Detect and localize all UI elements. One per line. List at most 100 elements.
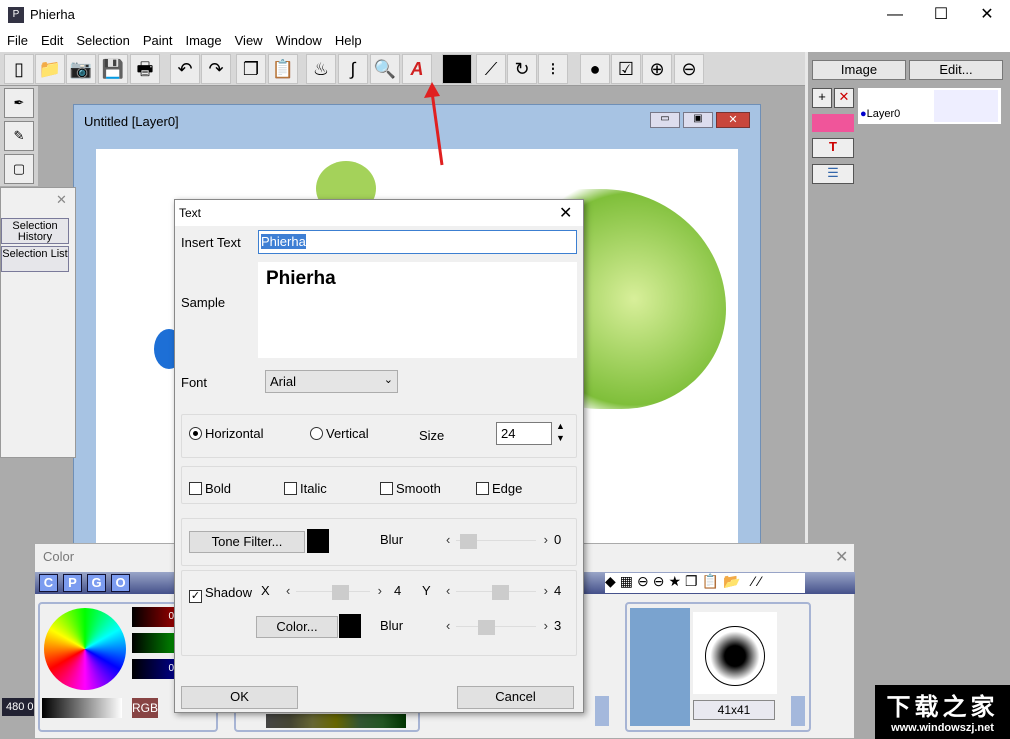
menu-image[interactable]: Image bbox=[178, 30, 227, 48]
blur-value: 0 bbox=[554, 532, 562, 547]
open-icon[interactable]: 📁 bbox=[35, 54, 65, 84]
annotation-arrow bbox=[424, 82, 444, 166]
shadow-color-button[interactable]: Color... bbox=[256, 616, 338, 638]
doc-maximize-button[interactable]: ▣ bbox=[683, 112, 713, 128]
redo-icon[interactable]: ↷ bbox=[201, 54, 231, 84]
delete-layer-icon[interactable]: ✕ bbox=[834, 88, 854, 108]
document-title: Untitled [Layer0] bbox=[84, 114, 179, 129]
font-select[interactable]: Arial ⌄ bbox=[265, 370, 398, 393]
size-spinner[interactable]: ▲ ▼ bbox=[556, 420, 565, 444]
blur-label: Blur bbox=[380, 532, 404, 547]
scroll-right-arrow[interactable] bbox=[595, 696, 609, 726]
gray-ramp[interactable] bbox=[42, 698, 122, 718]
tab-c[interactable]: C bbox=[39, 574, 58, 592]
doc-minimize-button[interactable]: ▭ bbox=[650, 112, 680, 128]
edge-checkbox[interactable]: Edge bbox=[476, 481, 522, 496]
camera-icon[interactable]: 📷 bbox=[66, 54, 96, 84]
selection-panel: ✕ Selection History Selection List bbox=[0, 187, 76, 458]
checklist-icon[interactable]: ☑ bbox=[611, 54, 641, 84]
shadow-color-swatch[interactable] bbox=[339, 614, 361, 638]
insert-text-input[interactable]: Phierha bbox=[258, 230, 577, 254]
shadow-checkbox[interactable]: ✓ Shadow bbox=[189, 585, 252, 603]
green-slider[interactable] bbox=[132, 633, 176, 653]
blue-slider[interactable]: 0 bbox=[132, 659, 176, 679]
layer-thumbnail bbox=[934, 90, 998, 122]
layer-name: Layer0 bbox=[866, 108, 901, 120]
size-input[interactable]: 24 bbox=[496, 422, 552, 445]
shadow-blur-slider[interactable]: ‹ › bbox=[444, 618, 550, 636]
add-layer-icon[interactable]: + bbox=[812, 88, 832, 108]
close-button[interactable]: ✕ bbox=[964, 0, 1010, 30]
image-button[interactable]: Image bbox=[812, 60, 906, 80]
minimize-button[interactable]: — bbox=[872, 0, 918, 30]
selection-list-button[interactable]: Selection List bbox=[1, 246, 69, 272]
brush-tools-strip[interactable]: ◆▦⊖⊖★❐📋📂 ⁄⁄ bbox=[605, 573, 805, 593]
color-panel-close-icon[interactable]: ✕ bbox=[835, 547, 848, 567]
italic-checkbox[interactable]: Italic bbox=[284, 481, 327, 496]
tool-palette: ✒ ✎ ▢ bbox=[0, 86, 38, 186]
menu-view[interactable]: View bbox=[228, 30, 269, 48]
selection-history-button[interactable]: Selection History bbox=[1, 218, 69, 244]
red-slider[interactable]: 0 bbox=[132, 607, 176, 627]
text-layer-icon[interactable]: T bbox=[812, 138, 854, 158]
dialog-close-button[interactable]: ✕ bbox=[559, 203, 572, 223]
print-icon[interactable]: 🖶 bbox=[130, 54, 160, 84]
merge-layer-icon[interactable]: ☰ bbox=[812, 164, 854, 184]
cancel-button[interactable]: Cancel bbox=[457, 686, 574, 709]
scroll-right-arrow[interactable] bbox=[791, 696, 805, 726]
layer-row[interactable]: ●Layer0 bbox=[858, 88, 1001, 124]
save-icon[interactable]: 💾 bbox=[98, 54, 128, 84]
text-dialog: Text ✕ Insert Text Phierha Sample Phierh… bbox=[174, 199, 584, 713]
menu-edit[interactable]: Edit bbox=[34, 30, 69, 48]
zoom-out-icon[interactable]: ⊖ bbox=[674, 54, 704, 84]
panel-close-icon[interactable]: ✕ bbox=[56, 192, 67, 208]
brush-size-field[interactable]: 41x41 bbox=[693, 700, 775, 720]
tone-filter-button[interactable]: Tone Filter... bbox=[189, 531, 305, 553]
paste-icon[interactable]: 📋 bbox=[268, 54, 298, 84]
edit-button[interactable]: Edit... bbox=[909, 60, 1003, 80]
smooth-checkbox[interactable]: Smooth bbox=[380, 481, 441, 496]
paint-stroke-icon[interactable]: ∫ bbox=[338, 54, 368, 84]
magnifier-icon[interactable]: 🔍 bbox=[370, 54, 400, 84]
shadow-y-slider[interactable]: ‹ › bbox=[444, 583, 550, 601]
menu-help[interactable]: Help bbox=[328, 30, 368, 48]
vertical-radio[interactable]: Vertical bbox=[310, 426, 369, 441]
menu-paint[interactable]: Paint bbox=[136, 30, 179, 48]
transform-icon[interactable]: ↻ bbox=[507, 54, 537, 84]
shadow-blur-label: Blur bbox=[380, 618, 404, 633]
paint-fill-icon[interactable]: ♨ bbox=[306, 54, 336, 84]
maximize-button[interactable]: ☐ bbox=[918, 0, 964, 30]
bold-checkbox[interactable]: Bold bbox=[189, 481, 231, 496]
ok-button[interactable]: OK bbox=[181, 686, 298, 709]
menu-window[interactable]: Window bbox=[269, 30, 328, 48]
undo-icon[interactable]: ↶ bbox=[170, 54, 200, 84]
pen-outline-tool-icon[interactable]: ✎ bbox=[4, 121, 34, 151]
tab-p[interactable]: P bbox=[63, 574, 82, 592]
tab-g[interactable]: G bbox=[87, 574, 106, 592]
layer-fill-swatch[interactable] bbox=[812, 114, 854, 132]
tone-color-swatch[interactable] bbox=[307, 529, 329, 553]
rgb-mode-button[interactable]: RGB bbox=[132, 698, 158, 718]
shadow-x-slider[interactable]: ‹ › bbox=[284, 583, 384, 601]
zoom-in-icon[interactable]: ⊕ bbox=[642, 54, 672, 84]
chevron-down-icon: ⌄ bbox=[383, 374, 393, 386]
mask-icon[interactable]: ⁝ bbox=[538, 54, 568, 84]
sphere-icon[interactable]: ● bbox=[580, 54, 610, 84]
curves-icon[interactable]: ⟋ bbox=[476, 54, 506, 84]
doc-close-button[interactable]: ✕ bbox=[716, 112, 750, 128]
blur-slider[interactable]: ‹ › bbox=[444, 532, 550, 550]
copy-icon[interactable]: ❐ bbox=[236, 54, 266, 84]
palette-swatches[interactable] bbox=[266, 714, 406, 728]
font-value: Arial bbox=[270, 374, 297, 389]
menu-file[interactable]: File bbox=[0, 30, 34, 48]
new-icon[interactable]: ▯ bbox=[4, 54, 34, 84]
horizontal-radio[interactable]: Horizontal bbox=[189, 426, 264, 441]
tab-o[interactable]: O bbox=[111, 574, 130, 592]
watermark-text: 下载之家 bbox=[886, 694, 999, 721]
pen-tool-icon[interactable]: ✒ bbox=[4, 88, 34, 118]
brush-shape-grid[interactable] bbox=[630, 608, 690, 726]
menu-selection[interactable]: Selection bbox=[69, 30, 135, 48]
rectangle-tool-icon[interactable]: ▢ bbox=[4, 154, 34, 184]
brush-preview bbox=[693, 612, 777, 694]
color-wheel[interactable] bbox=[44, 608, 126, 690]
